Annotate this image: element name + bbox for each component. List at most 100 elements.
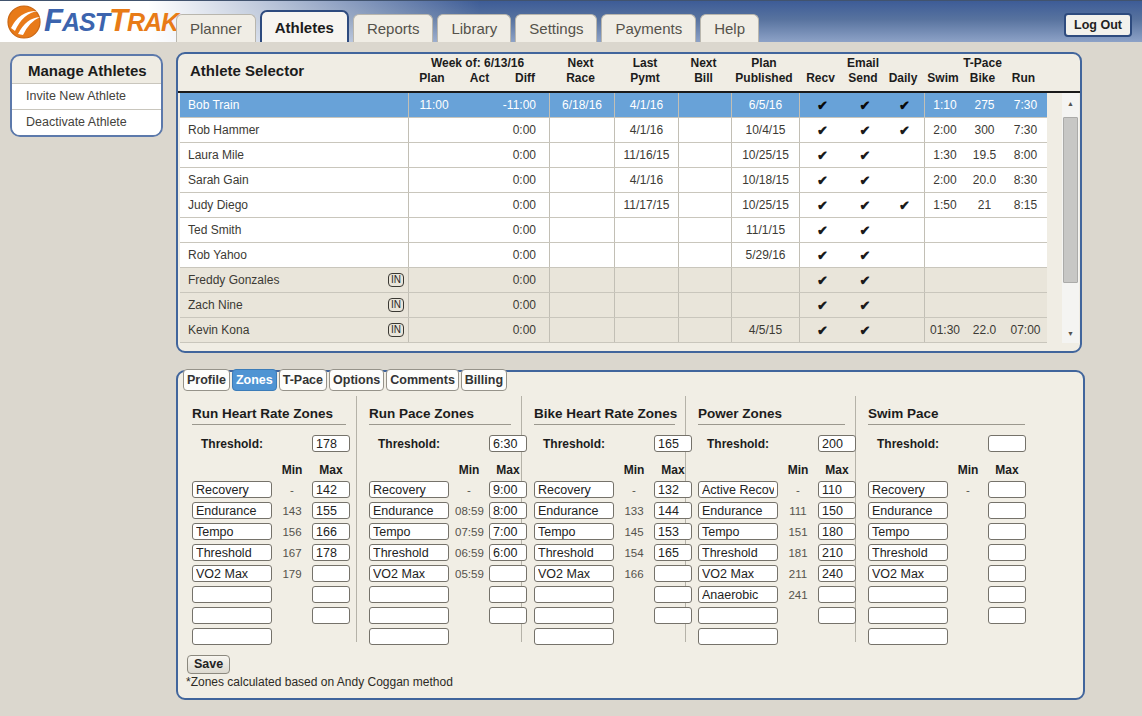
athlete-row[interactable]: Judy Diego 0:00 11/17/15 10/25/15 ✔ ✔ ✔ … [180,193,1047,218]
zone-name-input[interactable] [192,544,272,561]
zone-name-input[interactable] [868,481,948,498]
detail-tab[interactable]: Billing [461,369,507,391]
nav-tab[interactable]: Help [700,14,759,42]
zone-name-input[interactable] [698,523,778,540]
athlete-row[interactable]: Ted Smith 0:00 11/1/15 ✔ ✔ [180,218,1047,243]
threshold-input[interactable] [988,435,1026,452]
zone-name-input[interactable] [192,586,272,603]
zone-name-input[interactable] [534,607,614,624]
zone-name-input[interactable] [369,586,449,603]
zone-name-input[interactable] [369,565,449,582]
zone-max-input[interactable] [312,565,350,582]
detail-tab[interactable]: Zones [232,369,277,391]
zone-name-input[interactable] [192,565,272,582]
zone-max-input[interactable] [818,481,856,498]
athlete-row[interactable]: Freddy GonzalesIN 0:00 ✔ ✔ [180,268,1047,293]
zone-name-input[interactable] [698,565,778,582]
zone-name-input[interactable] [868,565,948,582]
zone-max-input[interactable] [312,502,350,519]
sidebar-item[interactable]: Invite New Athlete [12,83,161,109]
zone-name-input[interactable] [534,565,614,582]
logout-button[interactable]: Log Out [1064,13,1132,37]
zone-name-input[interactable] [369,502,449,519]
zone-name-input[interactable] [369,523,449,540]
zone-name-input[interactable] [868,523,948,540]
detail-tab[interactable]: Profile [183,369,230,391]
zone-max-input[interactable] [818,565,856,582]
zone-name-input[interactable] [868,607,948,624]
athlete-row[interactable]: Kevin KonaIN 0:00 4/5/15 ✔ ✔ 01:30 22.0 … [180,318,1047,343]
nav-tab[interactable]: Reports [353,14,434,42]
zone-max-input[interactable] [988,586,1026,603]
threshold-input[interactable] [312,435,350,452]
zone-name-input[interactable] [698,544,778,561]
sidebar-item[interactable]: Deactivate Athlete [12,109,161,135]
zone-name-input[interactable] [698,628,778,645]
zone-name-input[interactable] [369,628,449,645]
detail-tab[interactable]: Comments [386,369,459,391]
zone-max-input[interactable] [818,607,856,624]
zone-name-input[interactable] [534,586,614,603]
zone-max-input[interactable] [312,523,350,540]
zone-max-input[interactable] [312,481,350,498]
tpace-run-cell: 8:00 [1004,143,1047,167]
min-label: Min [954,463,982,477]
save-button[interactable]: Save [187,655,230,674]
zone-name-input[interactable] [534,523,614,540]
athlete-table-scrollbar[interactable]: ▲ ▼ [1062,93,1079,343]
zone-name-input[interactable] [868,628,948,645]
nav-tab[interactable]: Athletes [260,10,349,42]
zone-max-input[interactable] [988,544,1026,561]
zone-name-input[interactable] [698,607,778,624]
nav-tab[interactable]: Payments [601,14,696,42]
zone-name-input[interactable] [192,481,272,498]
athlete-row[interactable]: Bob Train 11:00 -11:00 6/18/16 4/1/16 6/… [180,93,1047,118]
athlete-row[interactable]: Sarah Gain 0:00 4/1/16 10/18/15 ✔ ✔ 2:00… [180,168,1047,193]
scroll-up-icon[interactable]: ▲ [1062,95,1079,111]
zone-name-input[interactable] [192,628,272,645]
nav-tab[interactable]: Settings [515,14,597,42]
scroll-down-icon[interactable]: ▼ [1062,325,1079,341]
zone-name-input[interactable] [698,502,778,519]
athlete-row[interactable]: Laura Mile 0:00 11/16/15 10/25/15 ✔ ✔ 1:… [180,143,1047,168]
athlete-detail-panel: Profile Zones T-Pace Options Comments Bi… [176,370,1085,700]
zone-name-input[interactable] [369,607,449,624]
zone-name-input[interactable] [534,481,614,498]
zone-max-input[interactable] [988,481,1026,498]
zone-max-input[interactable] [988,565,1026,582]
zone-name-input[interactable] [534,502,614,519]
zone-name-input[interactable] [698,586,778,603]
zone-max-input[interactable] [818,523,856,540]
zone-name-input[interactable] [868,586,948,603]
zone-max-input[interactable] [312,544,350,561]
zone-name-input[interactable] [868,502,948,519]
zone-name-input[interactable] [192,607,272,624]
zone-name-input[interactable] [369,481,449,498]
plan-cell [409,218,459,242]
scrollbar-thumb[interactable] [1063,117,1078,283]
zone-name-input[interactable] [192,502,272,519]
zone-name-input[interactable] [698,481,778,498]
threshold-input[interactable] [818,435,856,452]
nav-tab[interactable]: Planner [176,14,256,42]
zone-name-input[interactable] [192,523,272,540]
zone-max-input[interactable] [312,607,350,624]
nav-tab[interactable]: Library [437,14,511,42]
zone-name-input[interactable] [868,544,948,561]
zone-max-input[interactable] [988,523,1026,540]
zone-name-input[interactable] [534,628,614,645]
zone-max-input[interactable] [312,586,350,603]
zone-max-input[interactable] [818,586,856,603]
zone-max-input[interactable] [818,544,856,561]
detail-tab[interactable]: Options [329,369,384,391]
athlete-row[interactable]: Rob Yahoo 0:00 5/29/16 ✔ ✔ [180,243,1047,268]
zone-max-input[interactable] [988,607,1026,624]
zone-name-input[interactable] [534,544,614,561]
athlete-row[interactable]: Rob Hammer 0:00 4/1/16 10/4/15 ✔ ✔ ✔ 2:0… [180,118,1047,143]
zone-name-input[interactable] [369,544,449,561]
zone-max-input[interactable] [818,502,856,519]
detail-tab[interactable]: T-Pace [279,369,327,391]
col-plan-published: PlanPublished [730,56,798,86]
zone-max-input[interactable] [988,502,1026,519]
athlete-row[interactable]: Zach NineIN 0:00 ✔ ✔ [180,293,1047,318]
